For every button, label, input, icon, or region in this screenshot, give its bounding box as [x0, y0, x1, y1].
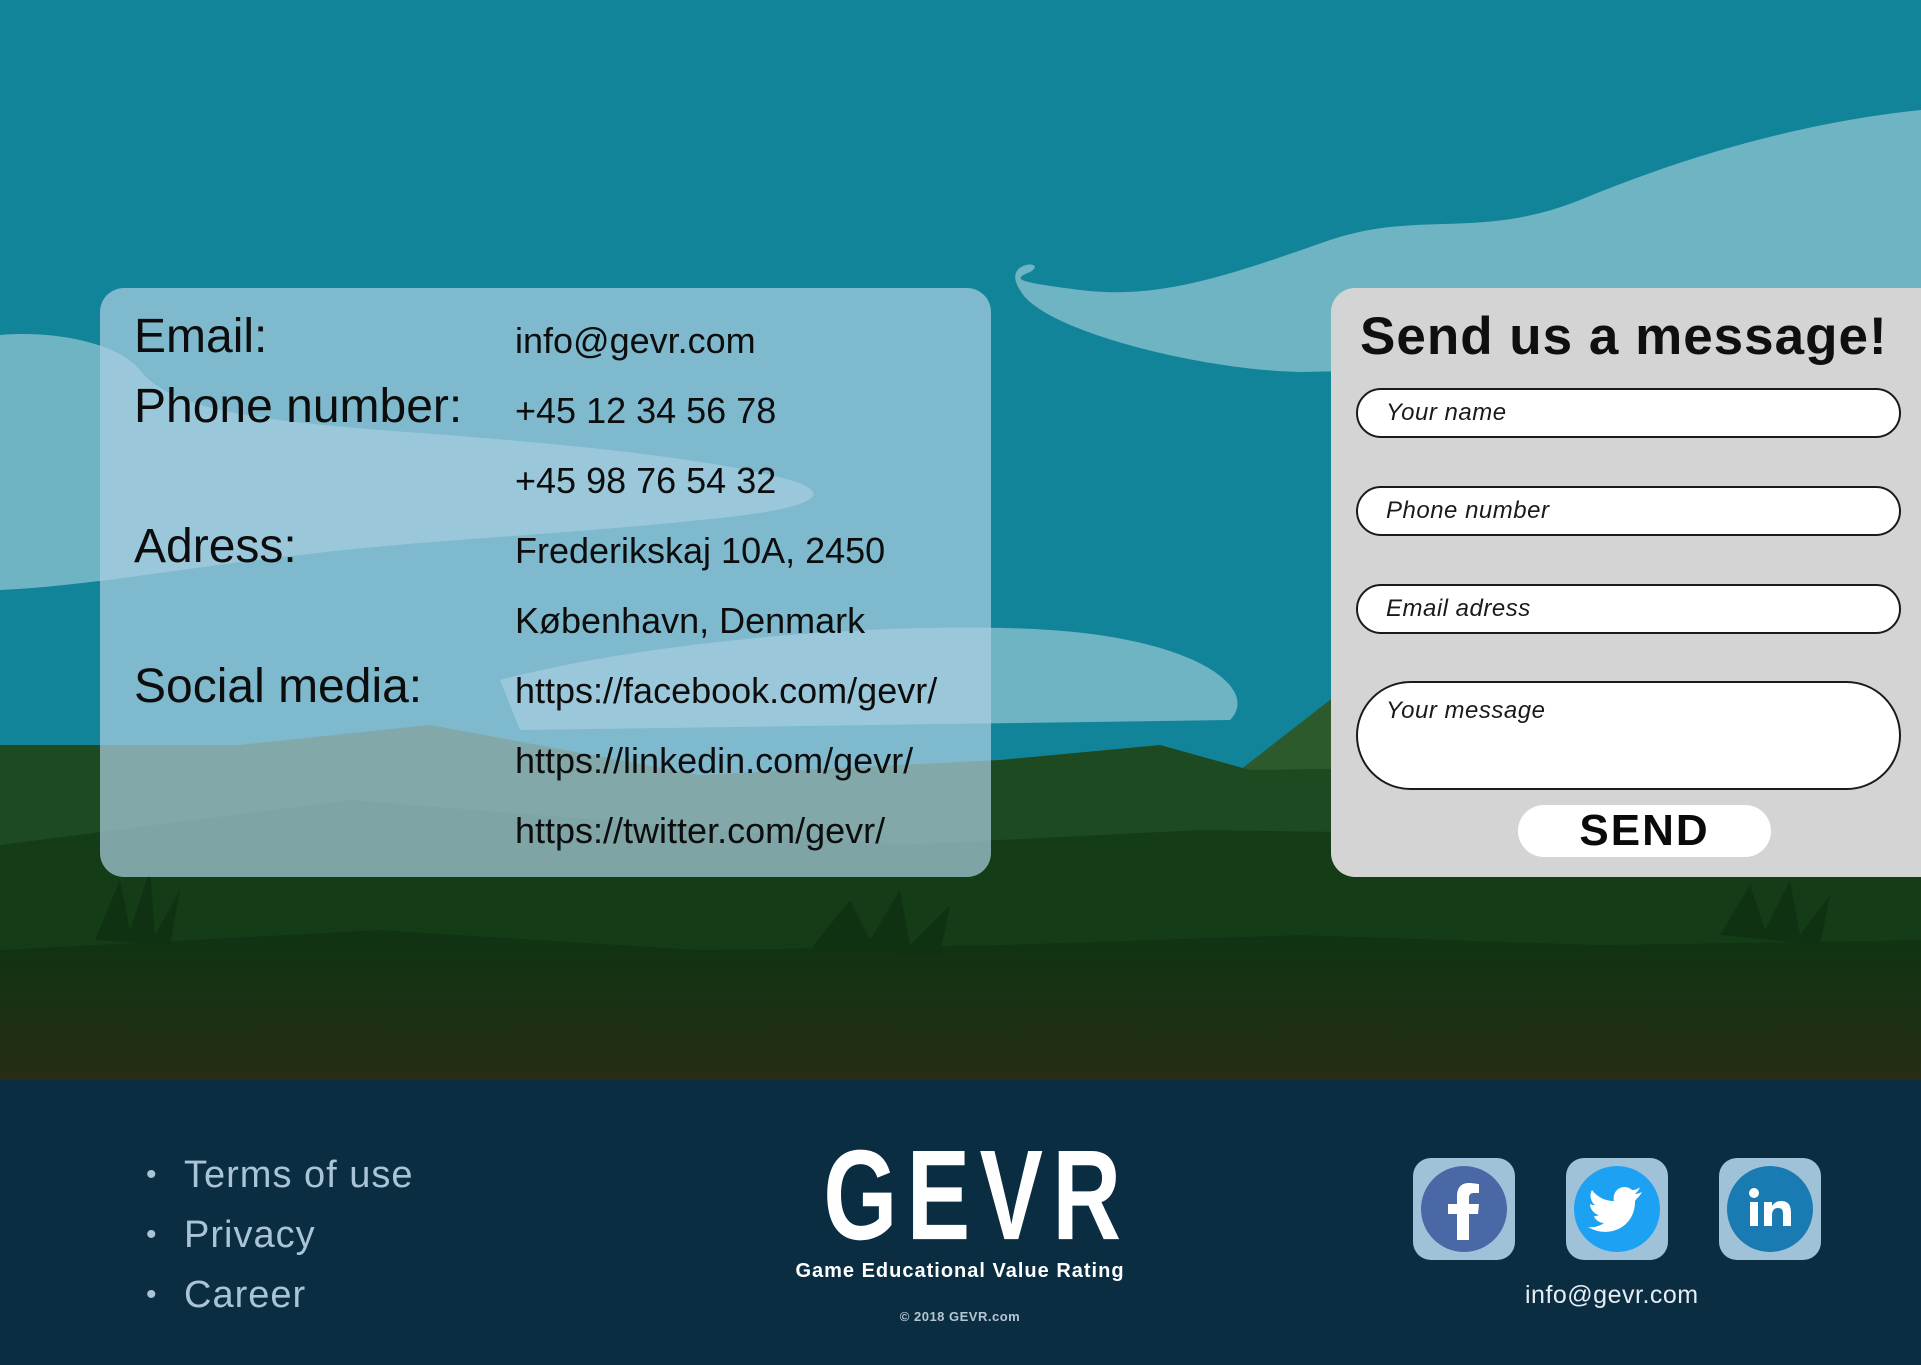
email-value[interactable]: info@gevr.com [515, 316, 756, 366]
footer: Terms of use Privacy Career GEVR Game Ed… [0, 1080, 1921, 1365]
privacy-link[interactable]: Privacy [146, 1205, 414, 1265]
message-placeholder: Your message [1386, 697, 1546, 724]
career-link[interactable]: Career [146, 1265, 414, 1325]
terms-link[interactable]: Terms of use [146, 1145, 414, 1205]
brand-block: GEVR Game Educational Value Rating © 201… [780, 1131, 1140, 1324]
phone-input[interactable]: Phone number [1356, 486, 1901, 536]
facebook-icon [1421, 1166, 1507, 1252]
phone-label: Phone number: [134, 380, 463, 433]
form-title: Send us a message! [1360, 307, 1888, 366]
address-label: Adress: [134, 520, 297, 573]
name-placeholder: Your name [1386, 399, 1507, 426]
copyright: © 2018 GEVR.com [899, 1309, 1021, 1324]
send-button[interactable]: SEND [1518, 805, 1771, 857]
email-placeholder: Email adress [1386, 595, 1531, 622]
facebook-link[interactable]: https://facebook.com/gevr/ [515, 666, 937, 716]
address-row-2: København, Denmark [100, 588, 991, 658]
ground [0, 930, 1921, 1080]
twitter-button[interactable] [1566, 1158, 1668, 1260]
phone-value-1[interactable]: +45 12 34 56 78 [515, 386, 776, 436]
email-label: Email: [134, 310, 268, 363]
social-row-2: https://linkedin.com/gevr/ [100, 728, 991, 798]
twitter-icon [1574, 1166, 1660, 1252]
social-label: Social media: [134, 660, 423, 713]
message-textarea[interactable]: Your message [1356, 681, 1901, 790]
name-input[interactable]: Your name [1356, 388, 1901, 438]
contact-info-card: Email: info@gevr.com Phone number: +45 1… [100, 288, 991, 877]
twitter-link[interactable]: https://twitter.com/gevr/ [515, 806, 885, 856]
phone-value-2[interactable]: +45 98 76 54 32 [515, 456, 776, 506]
footer-links: Terms of use Privacy Career [146, 1145, 414, 1325]
email-row: Email: info@gevr.com [100, 308, 991, 378]
linkedin-link[interactable]: https://linkedin.com/gevr/ [515, 736, 913, 786]
phone-row-2: +45 98 76 54 32 [100, 448, 991, 518]
email-input[interactable]: Email adress [1356, 584, 1901, 634]
address-line-1: Frederikskaj 10A, 2450 [515, 530, 886, 571]
brand-logo[interactable]: GEVR [823, 1131, 1130, 1259]
social-row-3: https://twitter.com/gevr/ [100, 798, 991, 868]
address-row: Adress: Frederikskaj 10A, 2450 [100, 518, 991, 588]
message-form: Send us a message! Your name Phone numbe… [1331, 288, 1921, 877]
phone-placeholder: Phone number [1386, 497, 1550, 524]
social-row: Social media: https://facebook.com/gevr/ [100, 658, 991, 728]
linkedin-icon [1727, 1166, 1813, 1252]
linkedin-button[interactable] [1719, 1158, 1821, 1260]
phone-row: Phone number: +45 12 34 56 78 [100, 378, 991, 448]
footer-email[interactable]: info@gevr.com [1525, 1281, 1699, 1310]
address-line-2: København, Denmark [515, 600, 866, 641]
facebook-button[interactable] [1413, 1158, 1515, 1260]
